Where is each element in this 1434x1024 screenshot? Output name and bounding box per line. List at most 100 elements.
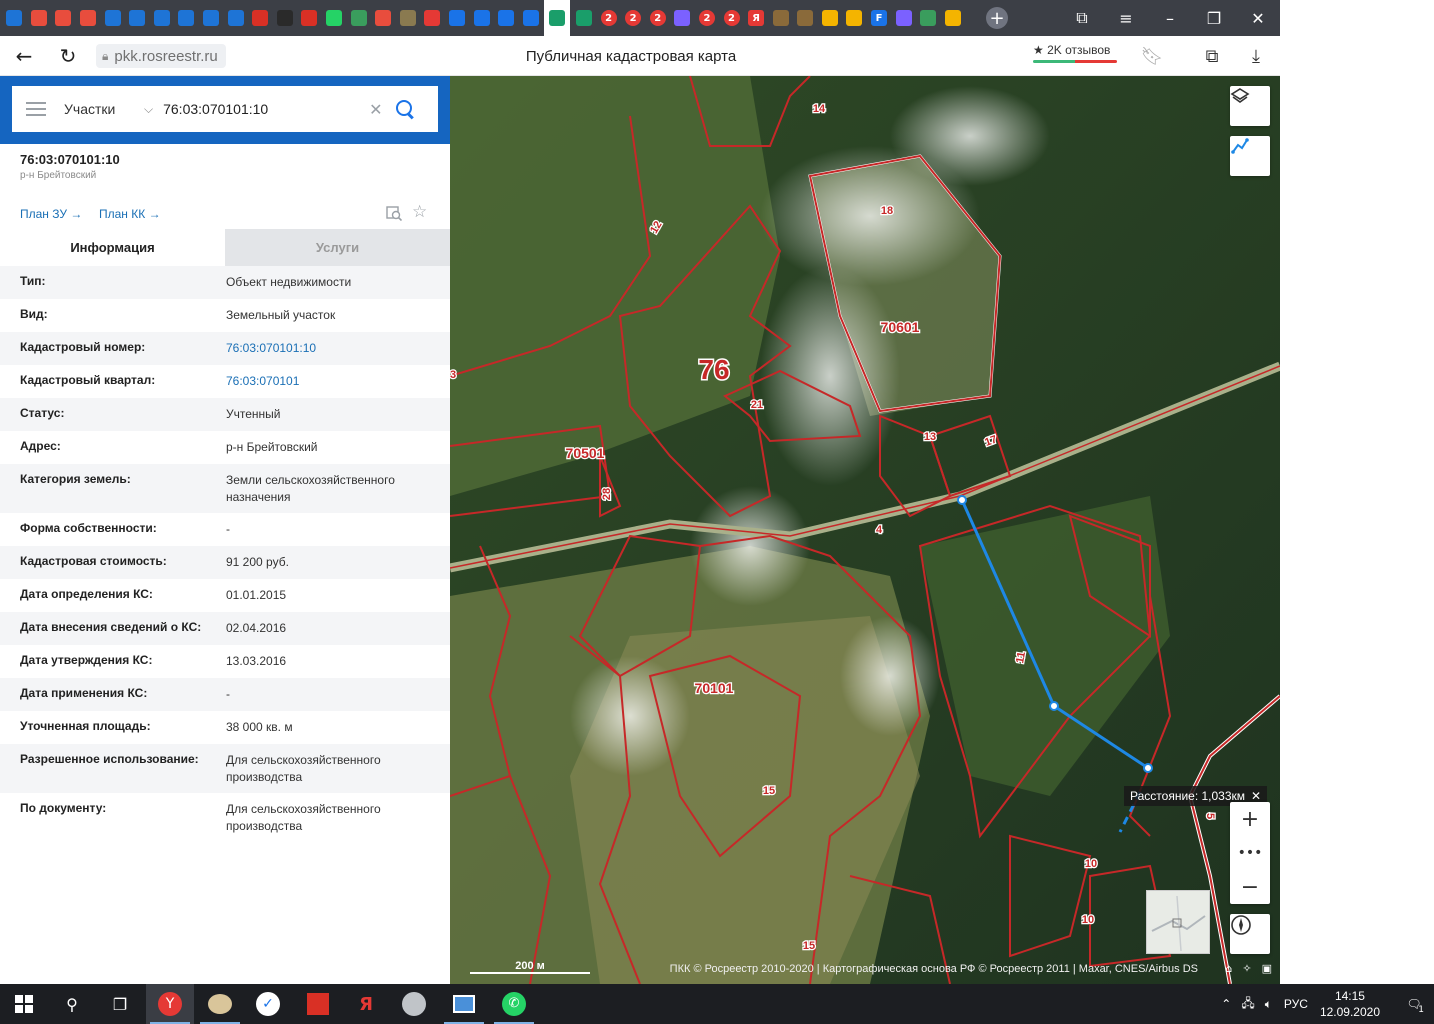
- mountain-tab-icon[interactable]: [917, 7, 939, 29]
- mail-icon[interactable]: [126, 7, 148, 29]
- plan-zu-link[interactable]: План ЗУ →: [20, 207, 82, 221]
- yandex-browser-icon[interactable]: [52, 7, 74, 29]
- parcel-label[interactable]: 70501: [564, 444, 606, 463]
- parcel-label[interactable]: 18: [880, 204, 895, 219]
- arrow-tab-icon[interactable]: [446, 7, 468, 29]
- badge-2-icon[interactable]: 2: [696, 7, 718, 29]
- clock[interactable]: 14:15 12.09.2020: [1320, 988, 1380, 1020]
- download-icon[interactable]: ⤓: [1244, 44, 1268, 68]
- mail-icon[interactable]: [3, 7, 25, 29]
- parcel-label[interactable]: 28: [600, 487, 615, 502]
- mail-icon[interactable]: [102, 7, 124, 29]
- home-tab-icon[interactable]: [942, 7, 964, 29]
- rosreestr-icon[interactable]: [573, 7, 595, 29]
- mail-icon[interactable]: [225, 7, 247, 29]
- map-canvas[interactable]: 14 18 12 70601 76 21 13 17 70501 28 4 11 70101 15 10 10…: [450, 76, 1280, 984]
- layers-icon[interactable]: [1230, 86, 1270, 126]
- task-view-icon[interactable]: ❐: [96, 984, 144, 1024]
- attribute-link[interactable]: 76:03:070101:10: [206, 340, 436, 358]
- minimap[interactable]: [1146, 890, 1210, 954]
- clear-icon[interactable]: ✕: [369, 100, 382, 119]
- search-input[interactable]: [163, 101, 364, 117]
- dots-tab-icon[interactable]: [671, 7, 693, 29]
- fullscreen-icon[interactable]: ▣: [1262, 962, 1272, 975]
- measure-tool-icon[interactable]: [1230, 136, 1270, 176]
- paint-taskbar-icon[interactable]: [196, 984, 244, 1024]
- arrow-tab-icon[interactable]: [520, 7, 542, 29]
- parcel-label[interactable]: 4: [875, 523, 885, 538]
- search-icon[interactable]: ⚲: [48, 984, 96, 1024]
- parcel-label[interactable]: 13: [923, 430, 938, 445]
- search-type-select[interactable]: Участки: [64, 101, 144, 117]
- red-app-taskbar-icon[interactable]: [294, 984, 342, 1024]
- rosreestr-icon[interactable]: [544, 0, 571, 36]
- menu-icon[interactable]: ≡: [1104, 0, 1148, 36]
- plan-kk-link[interactable]: План КК →: [99, 207, 161, 221]
- picture-tab-icon[interactable]: [397, 7, 419, 29]
- yandex-icon[interactable]: Я: [745, 7, 767, 29]
- attribute-link[interactable]: 76:03:070101: [206, 373, 436, 391]
- parcel-label[interactable]: 15: [762, 784, 777, 799]
- bookmarks-icon[interactable]: ⧉: [1060, 0, 1104, 36]
- yandex-taskbar-icon[interactable]: Я: [342, 984, 390, 1024]
- parcel-label[interactable]: 11: [1013, 649, 1029, 665]
- favorite-star-icon[interactable]: ☆: [412, 202, 427, 222]
- house-tab-icon[interactable]: [794, 7, 816, 29]
- zoom-in-button[interactable]: +: [1230, 802, 1270, 836]
- arrow-tab-icon[interactable]: [471, 7, 493, 29]
- more-options-icon[interactable]: •••: [1230, 836, 1270, 870]
- parcel-label[interactable]: 21: [750, 398, 765, 413]
- sparkle-tab-icon[interactable]: [893, 7, 915, 29]
- compass-icon[interactable]: [1230, 914, 1270, 954]
- search-icon[interactable]: [395, 99, 415, 119]
- mail-icon[interactable]: [175, 7, 197, 29]
- zoom-to-object-icon[interactable]: [386, 205, 402, 221]
- chevron-up-icon[interactable]: ⌃: [1221, 997, 1231, 1011]
- badge-2-icon[interactable]: 2: [598, 7, 620, 29]
- reviews-badge[interactable]: ★ 2K отзывов: [1033, 43, 1117, 63]
- volume-icon[interactable]: 🔈︎: [1265, 997, 1272, 1012]
- parcel-label[interactable]: 10: [1084, 857, 1099, 872]
- notifications-icon[interactable]: 🗨︎ 1: [1394, 997, 1434, 1015]
- close-icon[interactable]: ✕: [1251, 789, 1261, 803]
- badge-2-icon[interactable]: 2: [721, 7, 743, 29]
- yandex-browser-icon[interactable]: [372, 7, 394, 29]
- green-tab-icon[interactable]: [348, 7, 370, 29]
- f-tab-icon[interactable]: F: [868, 7, 890, 29]
- star-tab-icon[interactable]: [274, 7, 296, 29]
- house-tab-icon[interactable]: [770, 7, 792, 29]
- restore-button[interactable]: ❐: [1192, 0, 1236, 36]
- tab-services[interactable]: Услуги: [225, 229, 450, 266]
- yandex-browser-icon[interactable]: [28, 7, 50, 29]
- parcel-label[interactable]: 14: [812, 102, 828, 117]
- red-tab-icon[interactable]: [298, 7, 320, 29]
- map-svg[interactable]: 14181270601762113 17705012841170101151010…: [450, 76, 1280, 984]
- sparkle-icon[interactable]: ✧: [1242, 962, 1251, 975]
- whatsapp-taskbar-icon[interactable]: ✆: [490, 984, 538, 1024]
- measure-point[interactable]: [1049, 701, 1059, 711]
- play-tab-icon[interactable]: [843, 7, 865, 29]
- map-pin-icon[interactable]: [421, 7, 443, 29]
- chevron-down-icon[interactable]: ⌵: [144, 102, 153, 117]
- parcel-label[interactable]: 70101: [693, 679, 735, 698]
- yandex-browser-taskbar-icon[interactable]: Y: [146, 984, 194, 1024]
- tab-information[interactable]: Информация: [0, 229, 225, 266]
- measure-point[interactable]: [1143, 763, 1153, 773]
- red-tab-icon[interactable]: [249, 7, 271, 29]
- badge-2-icon[interactable]: 2: [647, 7, 669, 29]
- yandex-browser-icon[interactable]: [77, 7, 99, 29]
- translate-icon[interactable]: ⧉: [1200, 44, 1224, 68]
- start-button[interactable]: [0, 984, 48, 1024]
- parcel-label[interactable]: 76: [697, 353, 731, 387]
- parcel-label[interactable]: 5: [1203, 812, 1218, 821]
- zoom-out-button[interactable]: −: [1230, 870, 1270, 904]
- minimize-button[interactable]: –: [1148, 0, 1192, 36]
- parcel-label[interactable]: 15: [802, 939, 817, 954]
- badge-2-icon[interactable]: 2: [622, 7, 644, 29]
- close-window-button[interactable]: ✕: [1236, 0, 1280, 36]
- window-app-taskbar-icon[interactable]: [440, 984, 488, 1024]
- parcel-label[interactable]: 10: [1081, 913, 1096, 928]
- whatsapp-icon[interactable]: [323, 7, 345, 29]
- bookmark-icon[interactable]: 🔖︎: [1140, 44, 1164, 68]
- hamburger-menu-icon[interactable]: [26, 102, 46, 116]
